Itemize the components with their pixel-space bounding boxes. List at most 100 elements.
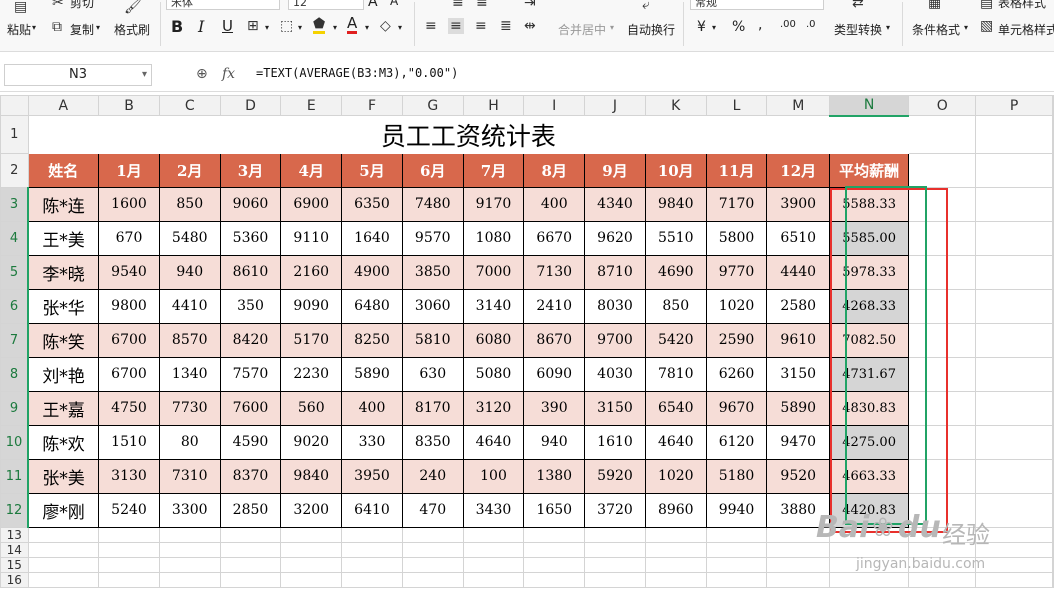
percent-button[interactable]: % [732,19,745,35]
cell-A7[interactable]: 陈*笑 [27,322,100,358]
cell-C6[interactable]: 4410 [158,288,221,324]
cell-F10[interactable]: 330 [341,424,403,460]
decrease-decimal-button[interactable]: .0 [806,19,816,30]
cell-M10[interactable]: 9470 [766,424,831,460]
cell-L11[interactable]: 5180 [705,458,768,494]
cell-E3[interactable]: 6900 [280,186,343,222]
merge-center-button[interactable]: 合并居中 [558,21,606,38]
row-header-9[interactable]: 9 [0,390,29,426]
column-header-I[interactable]: I [523,95,586,116]
cell-P16[interactable] [975,571,1053,588]
cell-P6[interactable] [975,288,1053,324]
name-box[interactable]: N3 ▾ [4,64,152,86]
cell-D14[interactable] [219,541,282,558]
cell-L3[interactable]: 7170 [705,186,768,222]
cell-J4[interactable]: 9620 [584,220,646,256]
cell-I8[interactable]: 6090 [523,356,586,392]
cell-D6[interactable]: 350 [219,288,282,324]
cell-O9[interactable] [908,390,977,426]
cell-G12[interactable]: 470 [401,492,464,528]
cell-B12[interactable]: 5240 [98,492,160,528]
cell-P1[interactable] [975,115,1053,154]
cell-E8[interactable]: 2230 [280,356,343,392]
cell-H3[interactable]: 9170 [462,186,525,222]
cell-F14[interactable] [341,541,403,558]
cell-D3[interactable]: 9060 [219,186,282,222]
cell-C8[interactable]: 1340 [158,356,221,392]
cell-H4[interactable]: 1080 [462,220,525,256]
cell-F16[interactable] [341,571,403,588]
cell-A6[interactable]: 张*华 [27,288,100,324]
paste-button[interactable]: 粘贴 [7,21,31,38]
copy-icon[interactable]: ⧉ [52,20,62,34]
cell-L5[interactable]: 9770 [705,254,768,290]
cell-A14[interactable] [27,541,100,558]
cell-K13[interactable] [644,526,707,543]
row-header-2[interactable]: 2 [0,152,29,188]
cell-P8[interactable] [975,356,1053,392]
cell-G15[interactable] [401,556,464,573]
cell-B10[interactable]: 1510 [98,424,160,460]
cell-E12[interactable]: 3200 [280,492,343,528]
row-header-11[interactable]: 11 [0,458,29,494]
cell-style-icon[interactable]: ▧ [980,19,993,33]
cell-A5[interactable]: 李*晓 [27,254,100,290]
format-painter-icon[interactable]: 🖌 [124,0,142,14]
cell-F12[interactable]: 6410 [341,492,403,528]
row-header-8[interactable]: 8 [0,356,29,392]
cell-I5[interactable]: 7130 [523,254,586,290]
cell-H6[interactable]: 3140 [462,288,525,324]
cell-C5[interactable]: 940 [158,254,221,290]
column-header-F[interactable]: F [341,95,403,116]
cell-D11[interactable]: 8370 [219,458,282,494]
format-painter-button[interactable]: 格式刷 [114,21,150,38]
row-header-5[interactable]: 5 [0,254,29,290]
merge-dropdown-icon[interactable]: ▾ [610,23,614,32]
cell-K14[interactable] [644,541,707,558]
cell-C16[interactable] [158,571,221,588]
cell-H10[interactable]: 4640 [462,424,525,460]
column-header-J[interactable]: J [584,95,646,116]
cell-D15[interactable] [219,556,282,573]
cell-K3[interactable]: 9840 [644,186,707,222]
name-box-dropdown-icon[interactable]: ▾ [142,65,147,85]
cell-C15[interactable] [158,556,221,573]
cell-F13[interactable] [341,526,403,543]
cell-J14[interactable] [584,541,646,558]
select-all-corner[interactable] [0,95,29,116]
column-header-G[interactable]: G [401,95,464,116]
column-header-N[interactable]: N [829,95,910,117]
cell-K15[interactable] [644,556,707,573]
column-header-O[interactable]: O [908,95,977,116]
cell-G4[interactable]: 9570 [401,220,464,256]
border-icon[interactable]: ⊞ [247,19,259,33]
align-center-icon[interactable]: ≡ [448,18,464,34]
cell-L16[interactable] [705,571,768,588]
cell-C12[interactable]: 3300 [158,492,221,528]
cell-G10[interactable]: 8350 [401,424,464,460]
header-cell-C[interactable]: 2月 [158,152,221,188]
header-cell-L[interactable]: 11月 [705,152,768,188]
italic-button[interactable]: I [198,17,204,36]
cell-O5[interactable] [908,254,977,290]
row-header-3[interactable]: 3 [0,186,29,222]
cell-L14[interactable] [705,541,768,558]
cell-G6[interactable]: 3060 [401,288,464,324]
fill-color-dropdown-icon[interactable]: ▾ [333,23,337,32]
font-name-select[interactable]: 宋体 [166,0,280,10]
cell-G13[interactable] [401,526,464,543]
sheet-title[interactable]: 员工工资统计表 [27,115,910,154]
cell-P5[interactable] [975,254,1053,290]
cell-M6[interactable]: 2580 [766,288,831,324]
cell-N10[interactable]: 4275.00 [829,424,910,460]
cell-L6[interactable]: 1020 [705,288,768,324]
font-color-dropdown-icon[interactable]: ▾ [365,23,369,32]
row-header-1[interactable]: 1 [0,115,29,154]
cell-F6[interactable]: 6480 [341,288,403,324]
cell-O8[interactable] [908,356,977,392]
row-header-7[interactable]: 7 [0,322,29,358]
cell-K11[interactable]: 1020 [644,458,707,494]
cell-F9[interactable]: 400 [341,390,403,426]
cell-H11[interactable]: 100 [462,458,525,494]
currency-dropdown-icon[interactable]: ▾ [712,23,716,32]
